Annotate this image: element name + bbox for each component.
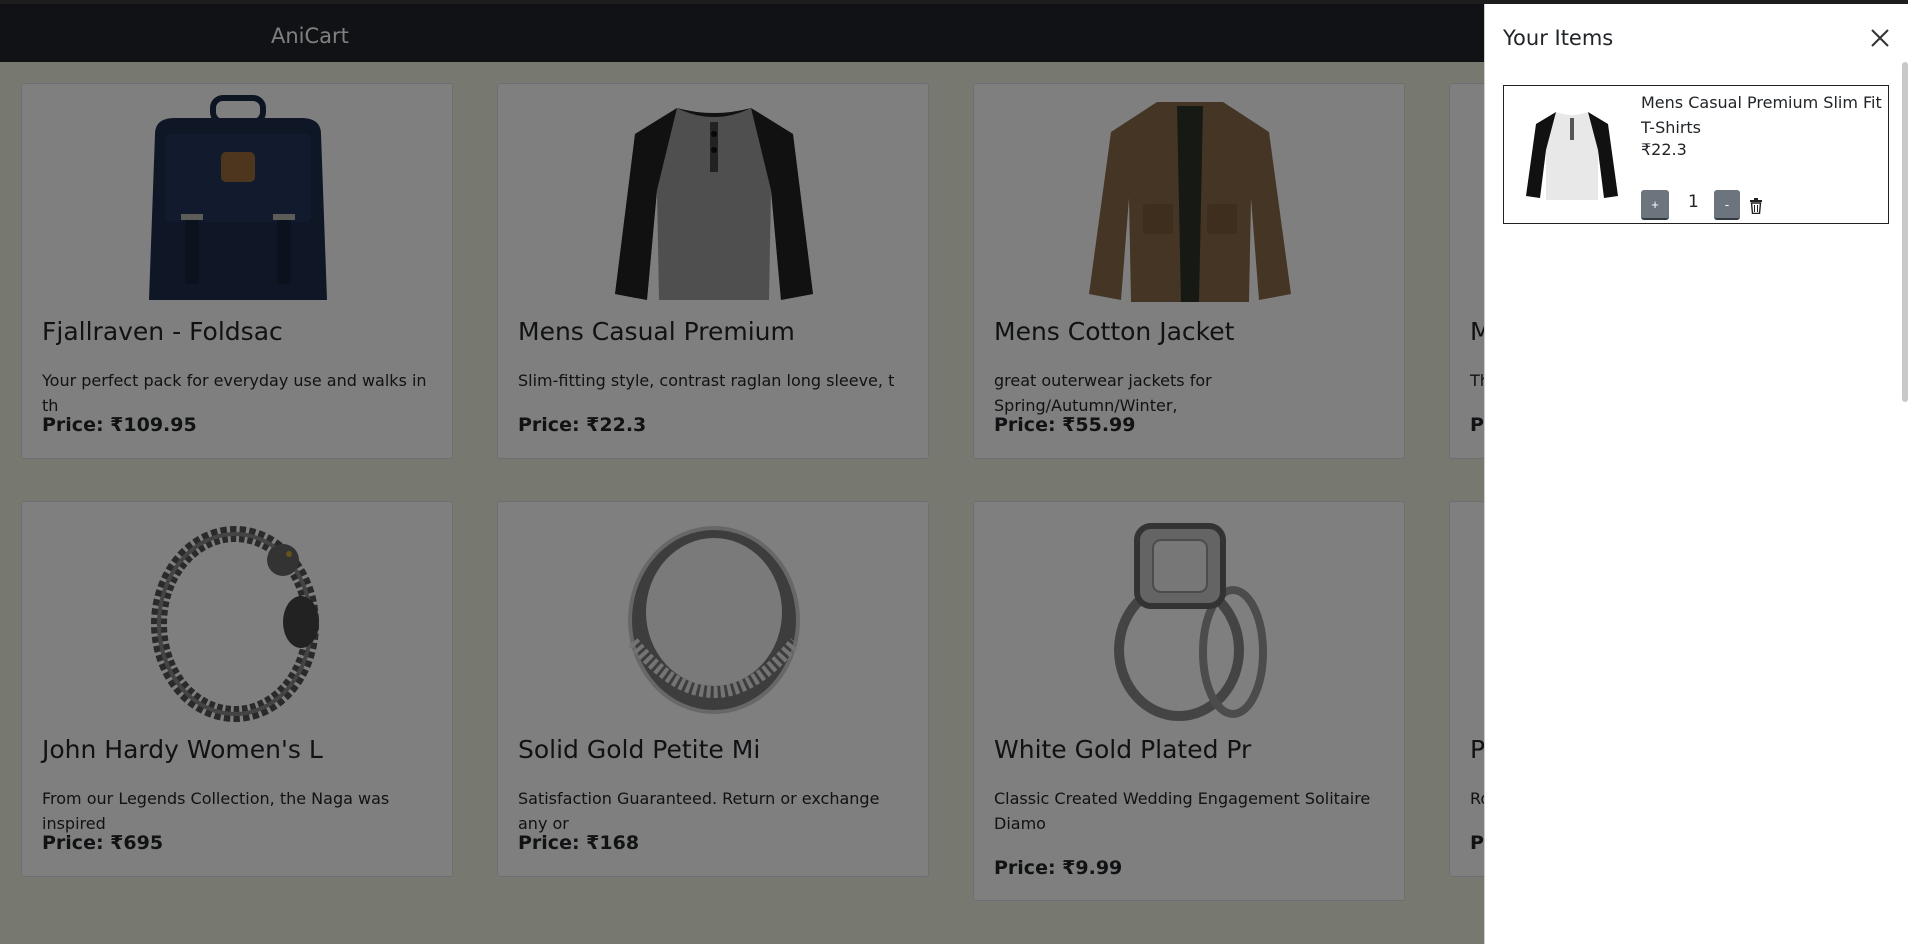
product-description: From our Legends Collection, the Naga wa… bbox=[42, 789, 390, 833]
product-price: Price: ₹9.99 bbox=[994, 857, 1123, 879]
cart-item: Mens Casual Premium Slim Fit T-Shirts ₹2… bbox=[1503, 85, 1889, 224]
backpack-icon bbox=[131, 94, 345, 306]
close-icon[interactable] bbox=[1866, 24, 1894, 52]
product-title: P bbox=[1470, 735, 1486, 764]
product-price: Price: ₹109.95 bbox=[42, 414, 197, 436]
cart-item-price: ₹22.3 bbox=[1641, 140, 1687, 159]
product-description: Slim-fitting style, contrast raglan long… bbox=[518, 371, 895, 390]
trash-icon[interactable] bbox=[1749, 198, 1763, 215]
product-card[interactable]: White Gold Plated Pr Classic Created Wed… bbox=[973, 501, 1405, 901]
page-scrollbar[interactable] bbox=[1902, 62, 1908, 402]
product-title: Mens Casual Premium bbox=[518, 317, 795, 346]
product-card[interactable]: Solid Gold Petite Mi Satisfaction Guaran… bbox=[497, 501, 929, 877]
product-description: great outerwear jackets for Spring/Autum… bbox=[994, 371, 1212, 415]
cart-item-quantity: 1 bbox=[1688, 192, 1699, 212]
product-title: Fjallraven - Foldsac bbox=[42, 317, 283, 346]
increase-quantity-button[interactable]: + bbox=[1641, 190, 1669, 220]
raglan-tshirt-icon bbox=[607, 94, 821, 306]
product-description: Your perfect pack for everyday use and w… bbox=[42, 371, 427, 415]
product-description: Satisfaction Guaranteed. Return or excha… bbox=[518, 789, 880, 833]
product-title: Mens Cotton Jacket bbox=[994, 317, 1235, 346]
raglan-tshirt-icon bbox=[1524, 106, 1620, 202]
product-description: Classic Created Wedding Engagement Solit… bbox=[994, 789, 1371, 833]
cart-title: Your Items bbox=[1503, 26, 1614, 50]
engagement-ring-icon bbox=[1083, 512, 1297, 724]
product-card[interactable]: Mens Cotton Jacket great outerwear jacke… bbox=[973, 83, 1405, 459]
ring-icon bbox=[607, 512, 821, 724]
jacket-icon bbox=[1083, 94, 1297, 306]
product-title: White Gold Plated Pr bbox=[994, 735, 1252, 764]
decrease-quantity-button[interactable]: - bbox=[1714, 190, 1740, 220]
product-price: Price: ₹55.99 bbox=[994, 414, 1136, 436]
product-card[interactable]: Fjallraven - Foldsac Your perfect pack f… bbox=[21, 83, 453, 459]
product-price: P bbox=[1470, 832, 1484, 854]
product-card[interactable]: John Hardy Women's L From our Legends Co… bbox=[21, 501, 453, 877]
product-price: Price: ₹168 bbox=[518, 832, 640, 854]
cart-item-name: Mens Casual Premium Slim Fit T-Shirts bbox=[1641, 93, 1882, 137]
product-card[interactable]: Mens Casual Premium Slim-fitting style, … bbox=[497, 83, 929, 459]
product-price: Price: ₹22.3 bbox=[518, 414, 647, 436]
product-price: P bbox=[1470, 414, 1484, 436]
product-price: Price: ₹695 bbox=[42, 832, 164, 854]
product-title: John Hardy Women's L bbox=[42, 735, 323, 764]
cart-offcanvas: Your Items Mens Casual Premium Slim Fit … bbox=[1484, 4, 1908, 944]
product-title: Solid Gold Petite Mi bbox=[518, 735, 761, 764]
dragon-bracelet-icon bbox=[131, 512, 345, 724]
